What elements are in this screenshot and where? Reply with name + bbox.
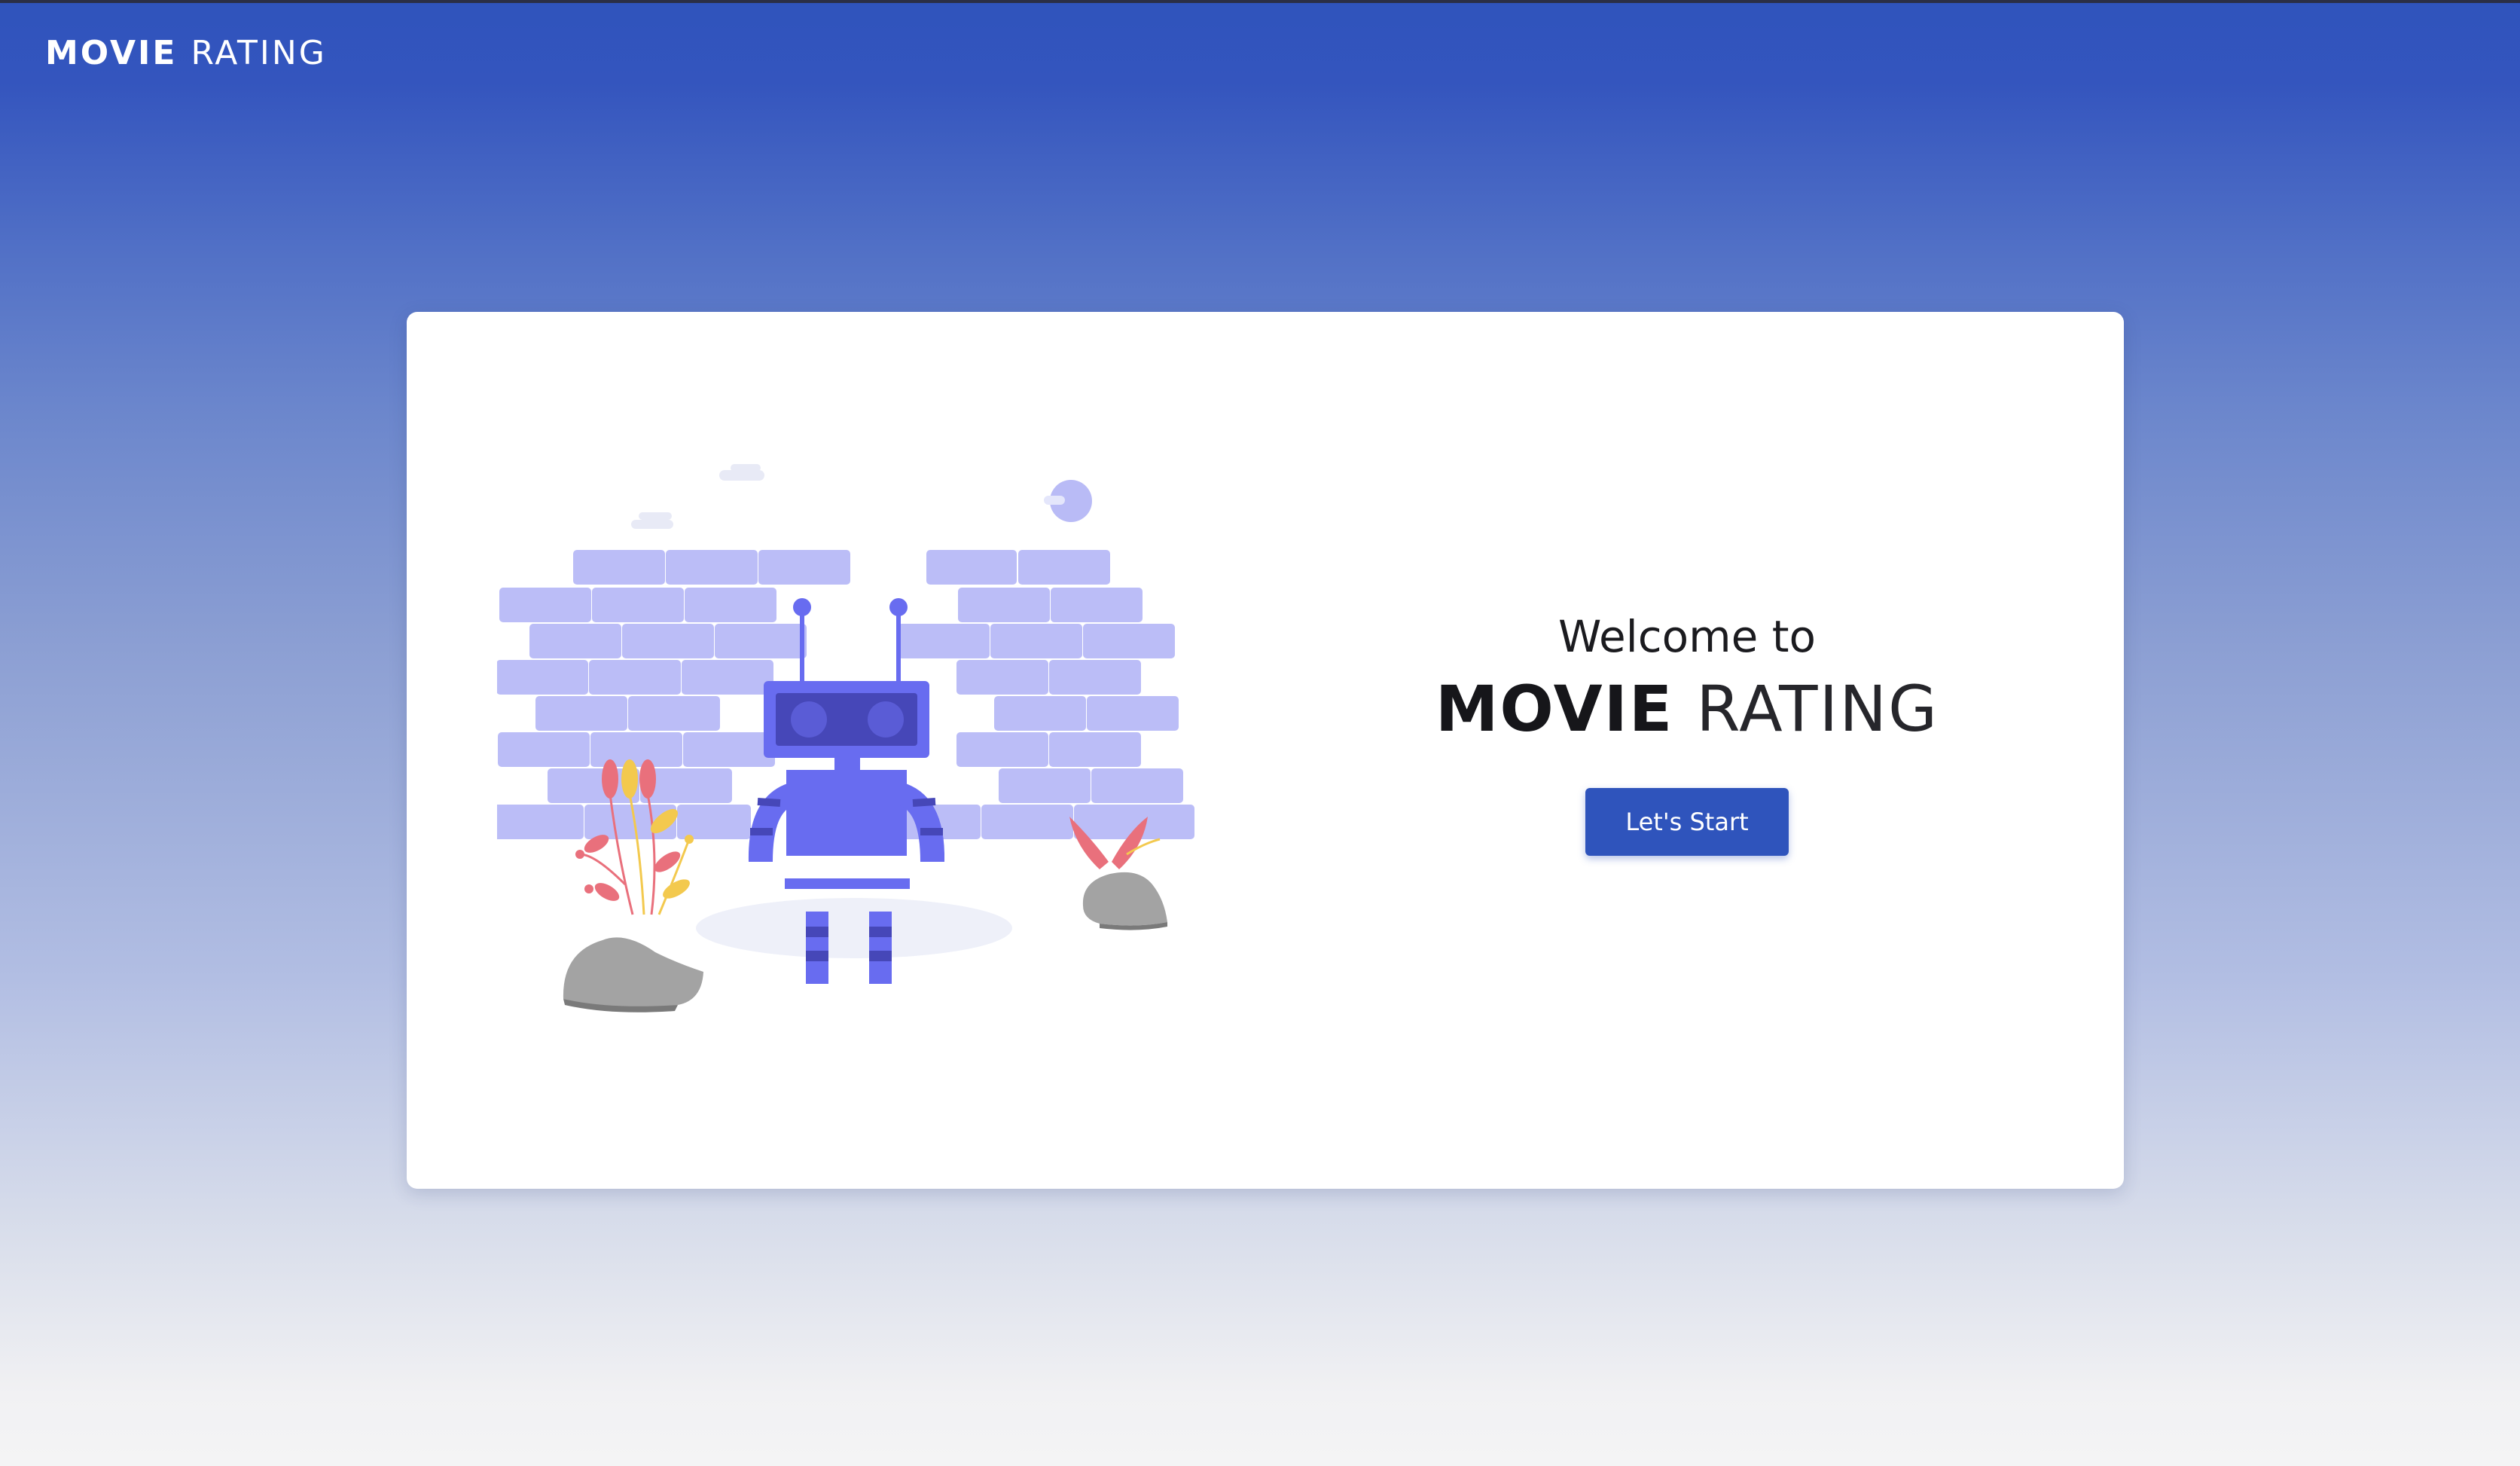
brand-word-movie: MOVIE: [45, 33, 178, 72]
title-word-movie: MOVIE: [1435, 672, 1674, 746]
lets-start-button[interactable]: Let's Start: [1585, 788, 1789, 856]
title-word-rating: RATING: [1696, 672, 1939, 746]
app-title: MOVIE RATING: [1386, 667, 1988, 750]
robot-illustration: [497, 464, 1194, 1012]
right-brick-wall: [889, 550, 1194, 839]
welcome-card: Welcome to MOVIE RATING Let's Start: [407, 312, 2124, 1189]
brand-word-rating: RATING: [191, 33, 327, 72]
right-rock: [1082, 872, 1167, 926]
top-edge-line: [0, 0, 2520, 3]
cloud-icon: [631, 464, 764, 529]
brand-logo[interactable]: MOVIE RATING: [45, 29, 327, 77]
welcome-section: Welcome to MOVIE RATING Let's Start: [1386, 606, 1988, 856]
left-rock: [563, 937, 703, 1008]
welcome-greeting: Welcome to: [1558, 611, 1816, 662]
ground-shadow: [696, 898, 1012, 958]
